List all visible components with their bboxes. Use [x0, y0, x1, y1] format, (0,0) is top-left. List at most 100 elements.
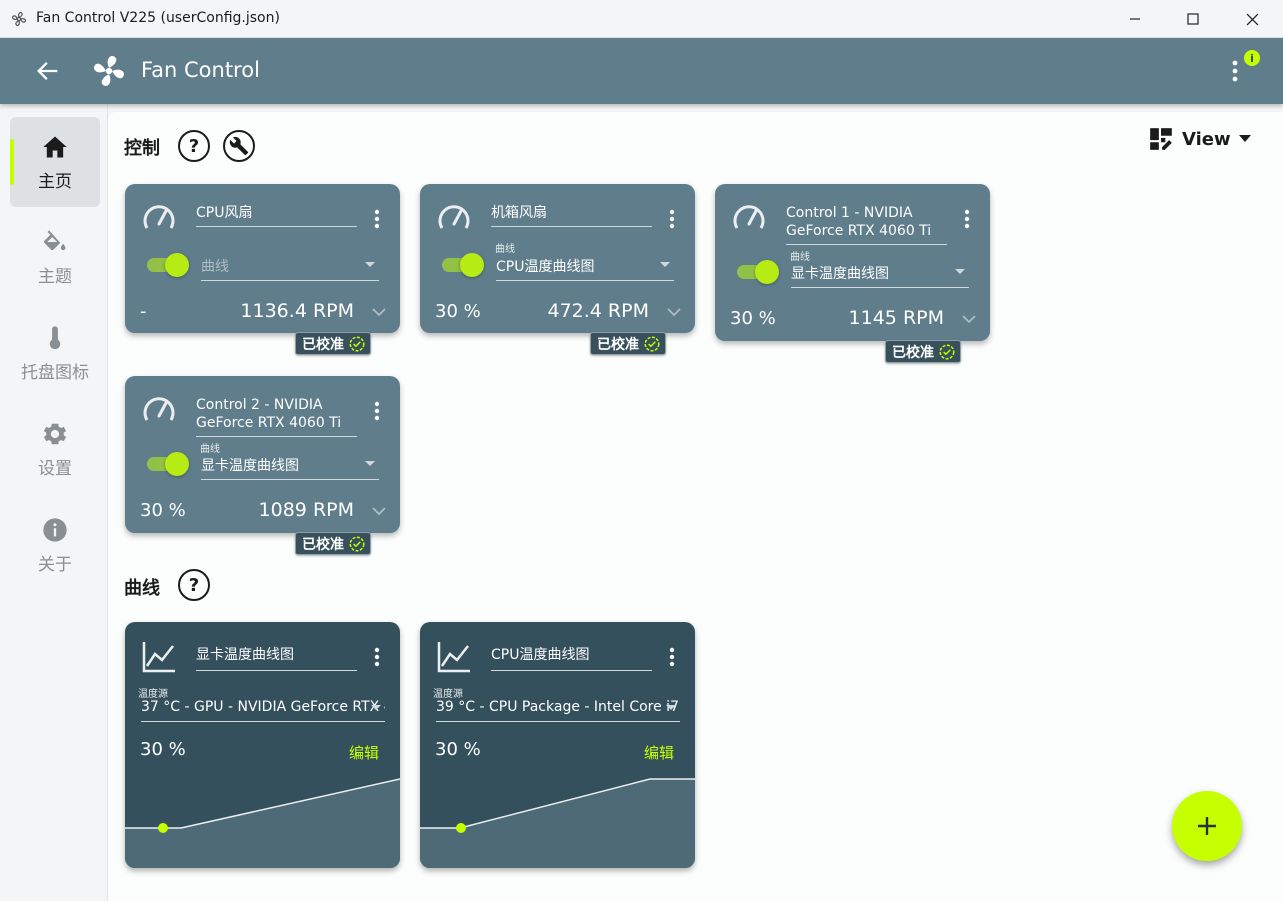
controls-section-title: 控制	[124, 138, 160, 159]
more-vertical-icon[interactable]	[369, 208, 385, 230]
gear-icon	[43, 423, 67, 444]
plus-icon	[1198, 817, 1216, 835]
fan-control-card: CPU风扇 曲线 - 1136.4 RPM	[125, 184, 400, 333]
calibrated-label: 已校准	[302, 336, 344, 353]
sidebar-item-tray-icon[interactable]: 托盘图标	[10, 308, 100, 398]
chart-line-icon	[142, 642, 175, 673]
fan-percent: 30 %	[140, 500, 186, 521]
enable-toggle[interactable]	[147, 452, 189, 476]
curve-name-field[interactable]: 显卡温度曲线图	[196, 644, 357, 671]
curve-select[interactable]: CPU温度曲线图	[496, 256, 674, 281]
calibrated-label: 已校准	[892, 344, 934, 361]
curve-select[interactable]: 显卡温度曲线图	[201, 455, 379, 480]
temperature-source-label: 温度源	[138, 689, 168, 700]
dropdown-caret-icon	[955, 269, 965, 274]
more-vertical-icon[interactable]	[369, 646, 385, 668]
minimize-button[interactable]	[1112, 0, 1158, 38]
curve-select-label: 曲线	[790, 252, 810, 263]
maximize-button[interactable]	[1170, 0, 1216, 38]
calibrated-badge: 已校准	[885, 340, 961, 363]
curve-card: CPU温度曲线图 温度源 39 °C - CPU Package - Intel…	[420, 622, 695, 868]
more-vertical-icon[interactable]	[369, 400, 385, 422]
fan-rpm: 1145 RPM	[848, 307, 944, 329]
window-title-bar: Fan Control V225 (userConfig.json)	[0, 0, 1283, 38]
add-button[interactable]	[1172, 791, 1242, 861]
window-title: Fan Control V225 (userConfig.json)	[36, 10, 280, 26]
check-circle-icon	[349, 336, 365, 351]
speedometer-icon	[143, 397, 175, 421]
view-label: View	[1182, 128, 1231, 150]
wrench-icon	[229, 136, 249, 156]
enable-toggle[interactable]	[442, 253, 484, 277]
temperature-source-select[interactable]: 39 °C - CPU Package - Intel Core i7	[436, 699, 680, 722]
update-badge[interactable]: i	[1244, 50, 1260, 66]
enable-toggle[interactable]	[147, 253, 189, 277]
back-arrow-icon[interactable]	[34, 57, 62, 85]
chevron-down-icon[interactable]	[372, 506, 386, 516]
fan-control-card: 机箱风扇 曲线 CPU温度曲线图 30 % 472.4 RPM	[420, 184, 695, 333]
dropdown-caret-icon	[660, 262, 670, 267]
dropdown-caret-icon	[371, 705, 381, 710]
toggle-knob	[165, 253, 189, 277]
fan-name-field[interactable]: Control 2 - NVIDIA GeForce RTX 4060 Ti	[196, 396, 357, 437]
curve-select-value: 显卡温度曲线图	[791, 266, 889, 282]
curves-help-button[interactable]: ?	[178, 569, 210, 601]
fan-app-icon	[11, 11, 27, 27]
controls-tools-button[interactable]	[223, 130, 255, 162]
sidebar-item-about[interactable]: 关于	[10, 500, 100, 590]
calibrated-badge: 已校准	[295, 332, 371, 355]
more-vertical-icon[interactable]	[959, 208, 975, 230]
edit-curve-button[interactable]: 编辑	[349, 742, 379, 763]
temperature-source-value: 39 °C - CPU Package - Intel Core i7	[436, 699, 679, 715]
view-menu-button[interactable]: View	[1148, 126, 1251, 152]
curve-select[interactable]: 曲线	[201, 256, 379, 281]
fan-name-field[interactable]: CPU风扇	[196, 204, 357, 227]
curve-select-label: 曲线	[495, 244, 515, 255]
fan-control-card: Control 2 - NVIDIA GeForce RTX 4060 Ti 曲…	[125, 376, 400, 533]
curve-name-field[interactable]: CPU温度曲线图	[491, 644, 652, 671]
chevron-down-icon[interactable]	[667, 307, 681, 317]
dropdown-caret-icon	[365, 461, 375, 466]
more-vertical-icon[interactable]	[1224, 56, 1246, 86]
more-vertical-icon[interactable]	[664, 646, 680, 668]
sidebar-item-theme[interactable]: 主题	[10, 212, 100, 302]
speedometer-icon	[438, 205, 470, 229]
info-icon	[43, 517, 67, 542]
curve-percent: 30 %	[435, 739, 481, 760]
calibrated-label: 已校准	[597, 336, 639, 353]
app-bar: Fan Control i	[0, 38, 1283, 104]
paint-bucket-icon	[43, 229, 66, 250]
sidebar-item-label: 设置	[38, 458, 72, 479]
fan-rpm: 1089 RPM	[258, 499, 354, 521]
curve-select[interactable]: 显卡温度曲线图	[791, 263, 969, 288]
fan-rpm: 472.4 RPM	[547, 300, 650, 322]
chevron-down-icon[interactable]	[372, 307, 386, 317]
curve-select-label: 曲线	[200, 444, 220, 455]
fan-name-field[interactable]: Control 1 - NVIDIA GeForce RTX 4060 Ti	[786, 204, 947, 245]
fan-name-field[interactable]: 机箱风扇	[491, 204, 652, 227]
sidebar-item-label: 关于	[38, 554, 72, 575]
curve-select-value: 曲线	[201, 259, 229, 275]
chevron-down-icon[interactable]	[962, 314, 976, 324]
thermometer-icon	[49, 325, 61, 349]
toggle-knob	[460, 253, 484, 277]
temperature-source-select[interactable]: 37 °C - GPU - NVIDIA GeForce RTX 4060 Ti	[141, 699, 385, 722]
more-vertical-icon[interactable]	[664, 208, 680, 230]
temperature-source-label: 温度源	[433, 689, 463, 700]
speedometer-icon	[733, 205, 765, 229]
close-icon	[1246, 13, 1258, 25]
toggle-knob	[755, 260, 779, 284]
curve-card: 显卡温度曲线图 温度源 37 °C - GPU - NVIDIA GeForce…	[125, 622, 400, 868]
close-button[interactable]	[1229, 0, 1275, 38]
sidebar-item-settings[interactable]: 设置	[10, 404, 100, 494]
enable-toggle[interactable]	[737, 260, 779, 284]
controls-help-button[interactable]: ?	[178, 130, 210, 162]
minimize-icon	[1130, 18, 1140, 20]
fan-logo-icon	[94, 56, 124, 86]
sidebar-item-label: 主页	[38, 171, 72, 192]
app-title: Fan Control	[141, 58, 260, 82]
edit-curve-button[interactable]: 编辑	[644, 742, 674, 763]
dropdown-caret-icon	[365, 262, 375, 267]
sidebar-item-home[interactable]: 主页	[10, 117, 100, 207]
curve-select-value: 显卡温度曲线图	[201, 458, 299, 474]
